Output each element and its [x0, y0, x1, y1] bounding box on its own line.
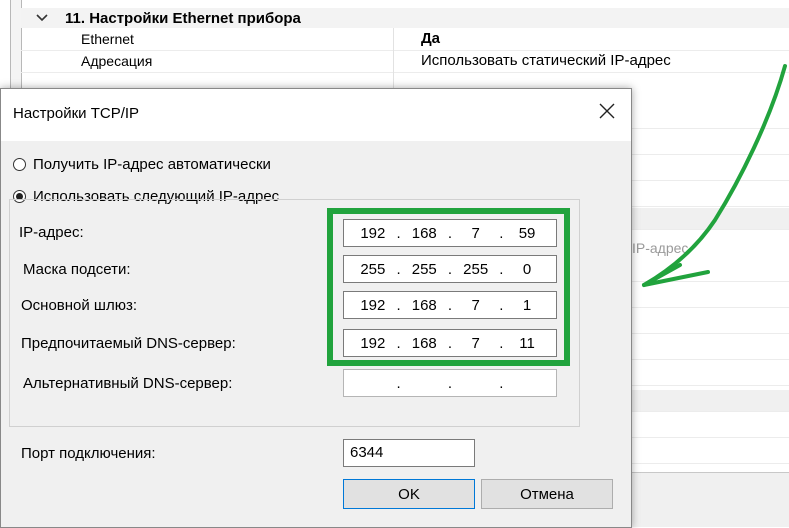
cancel-button[interactable]: Отмена [481, 479, 613, 509]
gateway-label: Основной шлюз: [21, 297, 138, 314]
property-value: Да [421, 30, 441, 47]
dialog-titlebar[interactable]: Настройки TCP/IP [1, 89, 631, 141]
close-icon[interactable] [595, 101, 619, 125]
property-row-ethernet[interactable]: Ethernet Да [21, 29, 789, 51]
octet-dot: . [499, 374, 504, 392]
preferred-dns-label: Предпочитаемый DNS-сервер: [21, 335, 236, 352]
ok-button[interactable]: OK [343, 479, 475, 509]
radio-label: Получить IP-адрес автоматически [33, 155, 271, 173]
radio-button[interactable] [13, 157, 26, 171]
dialog-title: Настройки TCP/IP [13, 105, 140, 122]
annotation-arrow-icon [642, 64, 787, 287]
chevron-down-icon[interactable] [35, 10, 51, 26]
port-input[interactable]: 6344 [343, 439, 475, 467]
port-label: Порт подключения: [21, 445, 156, 462]
category-title: 11. Настройки Ethernet прибора [65, 10, 301, 27]
category-row[interactable]: 11. Настройки Ethernet прибора [21, 8, 789, 28]
alternate-dns-input[interactable]: . . . [343, 369, 557, 397]
radio-auto-ip[interactable]: Получить IP-адрес автоматически [13, 153, 271, 175]
column-separator [393, 28, 394, 88]
octet-dot: . [396, 374, 401, 392]
ip-address-label: IP-адрес: [19, 224, 84, 241]
property-name: Адресация [81, 53, 153, 69]
subnet-mask-label: Маска подсети: [23, 261, 131, 278]
property-name: Ethernet [81, 31, 134, 47]
alternate-dns-label: Альтернативный DNS-сервер: [23, 375, 233, 392]
octet-dot: . [447, 374, 453, 392]
annotation-highlight-box [327, 208, 570, 366]
